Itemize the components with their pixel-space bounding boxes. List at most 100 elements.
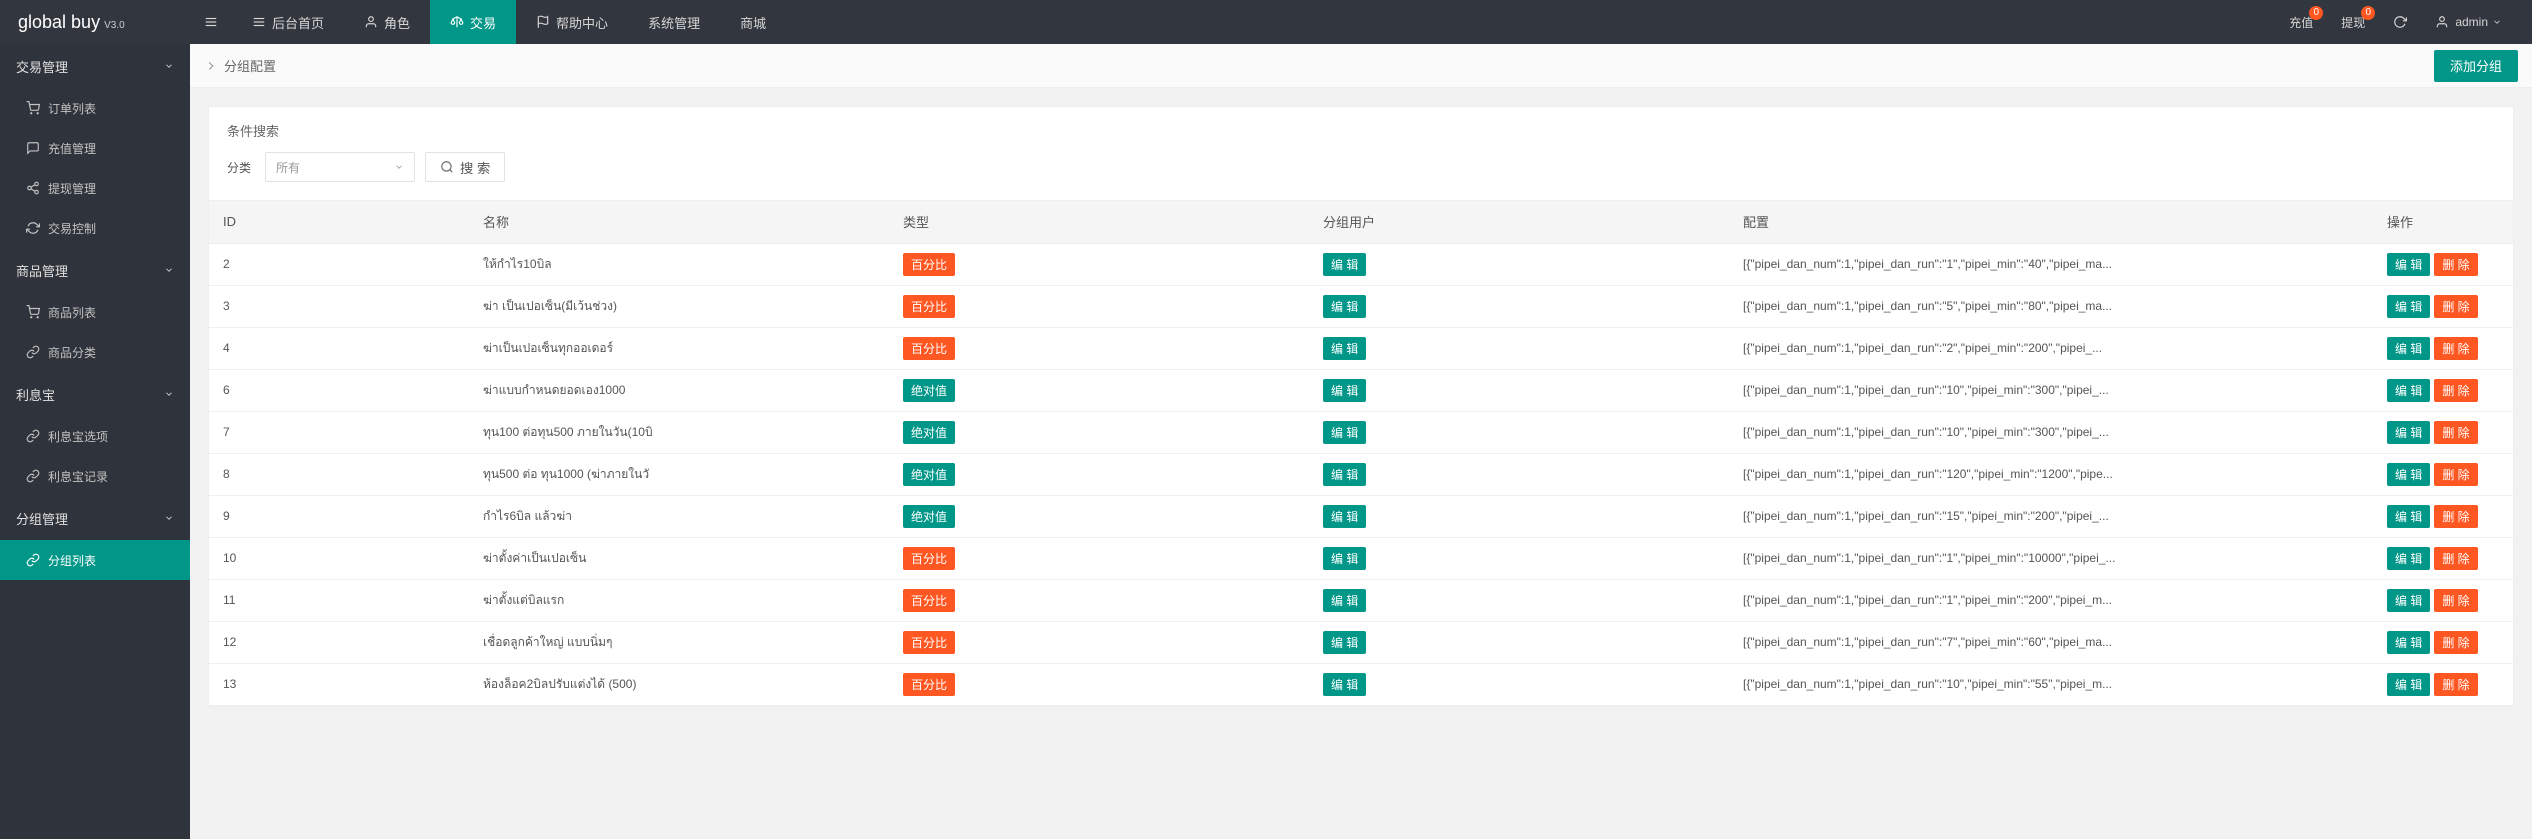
table-row: 6ฆ่าแบบกำหนดยอดเอง1000绝对值编 辑[{"pipei_dan… xyxy=(209,369,2513,411)
table-row: 3ฆ่า เป็นเปอเซ็น(มีเว้นช่วง)百分比编 辑[{"pip… xyxy=(209,285,2513,327)
row-delete-button[interactable]: 删 除 xyxy=(2434,631,2477,654)
topnav-item-3[interactable]: 帮助中心 xyxy=(516,0,628,44)
table-row: 10ฆ่าตั้งค่าเป็นเปอเซ็น百分比编 辑[{"pipei_da… xyxy=(209,537,2513,579)
cell-op: 编 辑删 除 xyxy=(2373,663,2513,705)
row-delete-button[interactable]: 删 除 xyxy=(2434,673,2477,696)
row-edit-button[interactable]: 编 辑 xyxy=(2387,379,2430,402)
user-edit-button[interactable]: 编 辑 xyxy=(1323,253,1366,276)
user-edit-button[interactable]: 编 辑 xyxy=(1323,295,1366,318)
cart-icon xyxy=(26,101,40,115)
cell-user: 编 辑 xyxy=(1309,327,1729,369)
user-edit-button[interactable]: 编 辑 xyxy=(1323,631,1366,654)
sidebar-item-2-1[interactable]: 利息宝记录 xyxy=(0,456,190,496)
sidebar-item-0-2[interactable]: 提现管理 xyxy=(0,168,190,208)
cell-type: 百分比 xyxy=(889,243,1309,285)
topnav-item-1[interactable]: 角色 xyxy=(344,0,430,44)
th-name: 名称 xyxy=(469,201,889,243)
add-group-button[interactable]: 添加分组 xyxy=(2434,50,2518,82)
sidebar-group-0[interactable]: 交易管理 xyxy=(0,44,190,88)
row-edit-button[interactable]: 编 辑 xyxy=(2387,505,2430,528)
user-edit-button[interactable]: 编 辑 xyxy=(1323,379,1366,402)
withdraw-link[interactable]: 提现 0 xyxy=(2327,0,2379,44)
chevron-down-icon xyxy=(2492,17,2502,27)
row-delete-button[interactable]: 删 除 xyxy=(2434,547,2477,570)
row-delete-button[interactable]: 删 除 xyxy=(2434,505,2477,528)
user-edit-button[interactable]: 编 辑 xyxy=(1323,463,1366,486)
cell-id: 10 xyxy=(209,537,469,579)
user-edit-button[interactable]: 编 辑 xyxy=(1323,673,1366,696)
search-icon xyxy=(440,160,454,174)
chevron-down-icon xyxy=(164,389,174,399)
withdraw-badge: 0 xyxy=(2361,6,2375,20)
sidebar-item-2-0[interactable]: 利息宝选项 xyxy=(0,416,190,456)
user-edit-button[interactable]: 编 辑 xyxy=(1323,421,1366,444)
user-menu[interactable]: admin xyxy=(2421,0,2516,44)
sidebar-group-label: 分组管理 xyxy=(16,509,68,528)
sidebar-item-3-0[interactable]: 分组列表 xyxy=(0,540,190,580)
sidebar-item-0-1[interactable]: 充值管理 xyxy=(0,128,190,168)
cell-user: 编 辑 xyxy=(1309,369,1729,411)
cell-name: ห้องล็อค2บิลปรับแต่งได้ (500) xyxy=(469,663,889,705)
cell-id: 13 xyxy=(209,663,469,705)
row-delete-button[interactable]: 删 除 xyxy=(2434,253,2477,276)
row-delete-button[interactable]: 删 除 xyxy=(2434,295,2477,318)
cell-type: 百分比 xyxy=(889,663,1309,705)
cell-id: 7 xyxy=(209,411,469,453)
topnav-item-2[interactable]: 交易 xyxy=(430,0,516,44)
hamburger-toggle[interactable] xyxy=(190,0,232,44)
user-edit-button[interactable]: 编 辑 xyxy=(1323,505,1366,528)
topnav-item-4[interactable]: 系统管理 xyxy=(628,0,720,44)
topnav-item-5[interactable]: 商城 xyxy=(720,0,786,44)
sidebar-item-0-0[interactable]: 订单列表 xyxy=(0,88,190,128)
cell-user: 编 辑 xyxy=(1309,495,1729,537)
cell-name: ฆ่า เป็นเปอเซ็น(มีเว้นช่วง) xyxy=(469,285,889,327)
th-config: 配置 xyxy=(1729,201,2373,243)
sidebar-item-1-0[interactable]: 商品列表 xyxy=(0,292,190,332)
table-row: 13ห้องล็อค2บิลปรับแต่งได้ (500)百分比编 辑[{"… xyxy=(209,663,2513,705)
top-right: 充值 0 提现 0 admin xyxy=(2275,0,2516,44)
row-delete-button[interactable]: 删 除 xyxy=(2434,589,2477,612)
user-edit-button[interactable]: 编 辑 xyxy=(1323,589,1366,612)
sidebar-item-0-3[interactable]: 交易控制 xyxy=(0,208,190,248)
row-edit-button[interactable]: 编 辑 xyxy=(2387,673,2430,696)
row-delete-button[interactable]: 删 除 xyxy=(2434,421,2477,444)
row-edit-button[interactable]: 编 辑 xyxy=(2387,295,2430,318)
type-tag: 绝对值 xyxy=(903,505,955,528)
table-row: 4ฆ่าเป็นเปอเซ็นทุกออเดอร์百分比编 辑[{"pipei_… xyxy=(209,327,2513,369)
cell-user: 编 辑 xyxy=(1309,285,1729,327)
user-edit-button[interactable]: 编 辑 xyxy=(1323,337,1366,360)
row-edit-button[interactable]: 编 辑 xyxy=(2387,547,2430,570)
row-delete-button[interactable]: 删 除 xyxy=(2434,463,2477,486)
refresh-button[interactable] xyxy=(2379,0,2421,44)
chevron-right-icon xyxy=(204,59,218,73)
sidebar-group-label: 利息宝 xyxy=(16,385,55,404)
row-delete-button[interactable]: 删 除 xyxy=(2434,337,2477,360)
sidebar-group-1[interactable]: 商品管理 xyxy=(0,248,190,292)
sidebar-item-1-1[interactable]: 商品分类 xyxy=(0,332,190,372)
cell-name: ทุน100 ต่อทุน500 ภายในวัน(10บิ xyxy=(469,411,889,453)
row-delete-button[interactable]: 删 除 xyxy=(2434,379,2477,402)
cell-id: 4 xyxy=(209,327,469,369)
user-edit-button[interactable]: 编 辑 xyxy=(1323,547,1366,570)
topnav-item-label: 交易 xyxy=(470,13,496,32)
sidebar-group-2[interactable]: 利息宝 xyxy=(0,372,190,416)
user-icon xyxy=(364,15,378,29)
cell-id: 2 xyxy=(209,243,469,285)
row-edit-button[interactable]: 编 辑 xyxy=(2387,421,2430,444)
cell-id: 8 xyxy=(209,453,469,495)
sidebar-group-3[interactable]: 分组管理 xyxy=(0,496,190,540)
search-button[interactable]: 搜 索 xyxy=(425,152,505,182)
cell-config: [{"pipei_dan_num":1,"pipei_dan_run":"7",… xyxy=(1729,621,2373,663)
cell-config: [{"pipei_dan_num":1,"pipei_dan_run":"10"… xyxy=(1729,411,2373,453)
category-select[interactable]: 所有 xyxy=(265,152,415,182)
cell-id: 12 xyxy=(209,621,469,663)
recharge-link[interactable]: 充值 0 xyxy=(2275,0,2327,44)
cell-op: 编 辑删 除 xyxy=(2373,327,2513,369)
sidebar-item-label: 利息宝记录 xyxy=(48,468,108,485)
row-edit-button[interactable]: 编 辑 xyxy=(2387,337,2430,360)
topnav-item-0[interactable]: 后台首页 xyxy=(232,0,344,44)
row-edit-button[interactable]: 编 辑 xyxy=(2387,589,2430,612)
row-edit-button[interactable]: 编 辑 xyxy=(2387,631,2430,654)
row-edit-button[interactable]: 编 辑 xyxy=(2387,463,2430,486)
row-edit-button[interactable]: 编 辑 xyxy=(2387,253,2430,276)
